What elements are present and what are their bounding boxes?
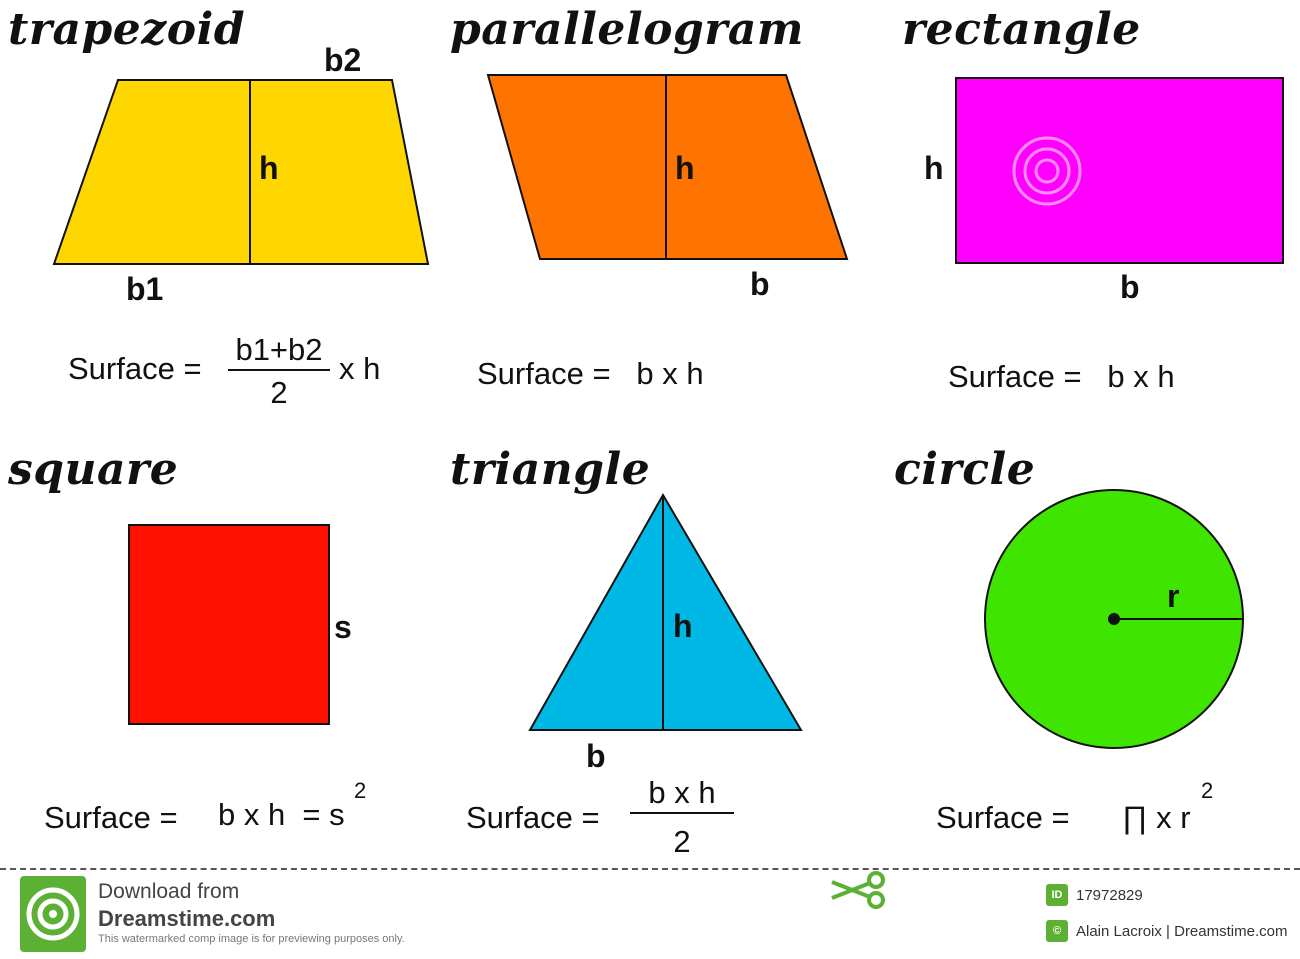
cut-line (0, 868, 1300, 870)
parallelogram-title: parallelogram (450, 4, 804, 55)
circle-formula-mid: ∏ x r (1122, 800, 1191, 835)
stock-footer: Download from Dreamstime.com This waterm… (0, 868, 1300, 959)
id-badge-icon: ID (1046, 884, 1068, 906)
triangle-formula-prefix: Surface = (466, 800, 600, 835)
rectangle-b-label: b (1120, 269, 1140, 305)
trapezoid-b1-label: b1 (126, 271, 164, 307)
square-formula-prefix: Surface = (44, 800, 178, 835)
square-title: square (8, 444, 179, 495)
trapezoid-fraction-bar (228, 369, 330, 371)
parallelogram-formula: Surface = b x h (477, 356, 704, 391)
trapezoid-h-label: h (259, 150, 279, 186)
trapezoid-shape (52, 79, 430, 265)
circle-formula-exponent: 2 (1201, 778, 1214, 803)
dreamstime-spiral-logo-icon (20, 876, 86, 952)
download-line: Download from (98, 880, 240, 903)
rectangle-title: rectangle (902, 4, 1141, 55)
triangle-formula-numerator: b x h (648, 775, 716, 810)
watermark-disclaimer: This watermarked comp image is for previ… (98, 933, 405, 945)
parallelogram-shape (486, 74, 849, 260)
square-formula-exponent: 2 (354, 778, 367, 803)
trapezoid-formula-numerator: b1+b2 (235, 332, 323, 367)
circle-title: circle (894, 444, 1036, 495)
shapes-canvas (52, 74, 1284, 749)
trapezoid-formula-suffix: x h (339, 351, 381, 386)
author-credit: Alain Lacroix | Dreamstime.com (1076, 923, 1288, 940)
parallelogram-h-label: h (675, 150, 695, 186)
triangle-h-label: h (673, 608, 693, 644)
triangle-shape (528, 492, 803, 731)
trapezoid-formula-prefix: Surface = (68, 351, 202, 386)
triangle-formula-denominator: 2 (673, 824, 691, 859)
square-formula-mid: b x h = s (218, 797, 345, 832)
rectangle-formula: Surface = b x h (948, 359, 1175, 394)
triangle-title: triangle (450, 444, 651, 495)
square-shape (128, 524, 330, 725)
circle-r-label: r (1167, 578, 1180, 614)
parallelogram-b-label: b (750, 266, 770, 302)
triangle-b-label: b (586, 738, 606, 774)
trapezoid-formula-denominator: 2 (270, 375, 288, 410)
square-s-label: s (334, 609, 352, 645)
circle-formula-prefix: Surface = (936, 800, 1070, 835)
rectangle-shape (955, 77, 1284, 264)
copyright-badge-icon: © (1046, 920, 1068, 942)
image-id: 17972829 (1076, 887, 1143, 904)
circle-center-dot (1108, 613, 1120, 625)
brand-name: Dreamstime.com (98, 906, 276, 931)
rectangle-h-label: h (924, 150, 944, 186)
scissors-icon (831, 871, 885, 909)
triangle-fraction-bar (630, 812, 734, 814)
trapezoid-b2-label: b2 (324, 42, 362, 78)
trapezoid-title: trapezoid (8, 4, 246, 55)
